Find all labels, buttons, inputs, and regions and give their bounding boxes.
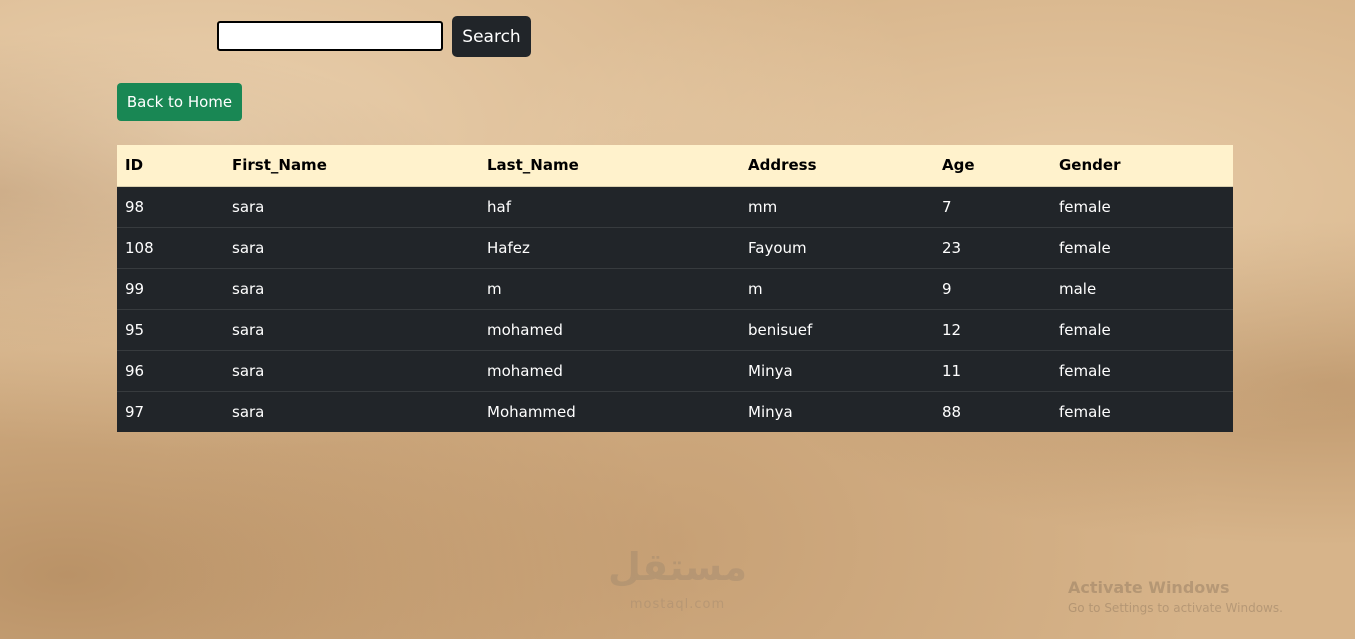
cell-address: Fayoum <box>740 226 934 268</box>
records-table: ID First_Name Last_Name Address Age Gend… <box>117 145 1233 432</box>
activate-windows-title: Activate Windows <box>1068 578 1230 597</box>
watermark-logo: مستقل mostaql.com <box>595 545 760 620</box>
table-row: 108 sara Hafez Fayoum 23 female <box>117 226 1233 268</box>
cell-age: 7 <box>942 197 952 216</box>
cell-id: 97 <box>117 390 224 432</box>
watermark-logo-text: مستقل <box>608 545 747 589</box>
watermark-logo-subtext: mostaql.com <box>629 597 726 612</box>
cell-gender: female <box>1051 308 1233 350</box>
cell-address: Minya <box>740 349 934 391</box>
cell-age: 9 <box>934 267 1051 309</box>
cell-first-name: sara <box>224 390 479 432</box>
cell-age: 12 <box>934 308 1051 350</box>
cell-id: 96 <box>117 349 224 391</box>
table-row: 96 sara mohamed Minya 11 female <box>117 349 1233 391</box>
search-input[interactable] <box>217 21 443 51</box>
cell-last-name: m <box>479 267 740 309</box>
cell-last-name: Hafez <box>479 226 740 268</box>
cell-last-name: haf <box>487 197 511 216</box>
table-row: 95 sara mohamed benisuef 12 female <box>117 308 1233 350</box>
cell-first-name: sara <box>224 349 479 391</box>
cell-address: mm <box>748 197 778 216</box>
cell-last-name: mohamed <box>479 308 740 350</box>
column-header-first-name: First_Name <box>224 145 479 187</box>
cell-address: benisuef <box>740 308 934 350</box>
cell-age: 11 <box>934 349 1051 391</box>
activate-windows-notice: Activate Windows Go to Settings to activ… <box>1068 578 1283 615</box>
column-header-address: Address <box>740 145 934 187</box>
cell-gender: female <box>1051 349 1233 391</box>
column-header-last-name: Last_Name <box>479 145 740 187</box>
cell-id: 108 <box>117 226 224 268</box>
search-button[interactable]: Search <box>452 16 531 57</box>
table-header-row: ID First_Name Last_Name Address Age Gend… <box>117 145 1233 187</box>
cell-address: m <box>740 267 934 309</box>
cell-last-name: Mohammed <box>479 390 740 432</box>
back-to-home-button[interactable]: Back to Home <box>117 83 242 121</box>
cell-gender: male <box>1051 267 1233 309</box>
cell-age: 88 <box>934 390 1051 432</box>
column-header-age: Age <box>934 145 1051 187</box>
column-header-gender: Gender <box>1051 145 1233 187</box>
cell-gender: female <box>1051 390 1233 432</box>
cell-gender: female <box>1059 197 1111 216</box>
table-row: 99 sara m m 9 male <box>117 267 1233 309</box>
cell-first-name: sara <box>224 226 479 268</box>
cell-first-name: sara <box>232 197 265 216</box>
activate-windows-subtitle: Go to Settings to activate Windows. <box>1068 601 1283 615</box>
cell-age: 23 <box>934 226 1051 268</box>
cell-first-name: sara <box>224 267 479 309</box>
cell-address: Minya <box>740 390 934 432</box>
cell-id: 99 <box>117 267 224 309</box>
column-header-id: ID <box>117 145 224 187</box>
cell-id: 95 <box>117 308 224 350</box>
table-row: 97 sara Mohammed Minya 88 female <box>117 390 1233 432</box>
table-row: 98 sara haf mm 7 female <box>117 186 1233 227</box>
cell-gender: female <box>1051 226 1233 268</box>
cell-last-name: mohamed <box>479 349 740 391</box>
cell-first-name: sara <box>224 308 479 350</box>
cell-id: 98 <box>125 197 145 216</box>
